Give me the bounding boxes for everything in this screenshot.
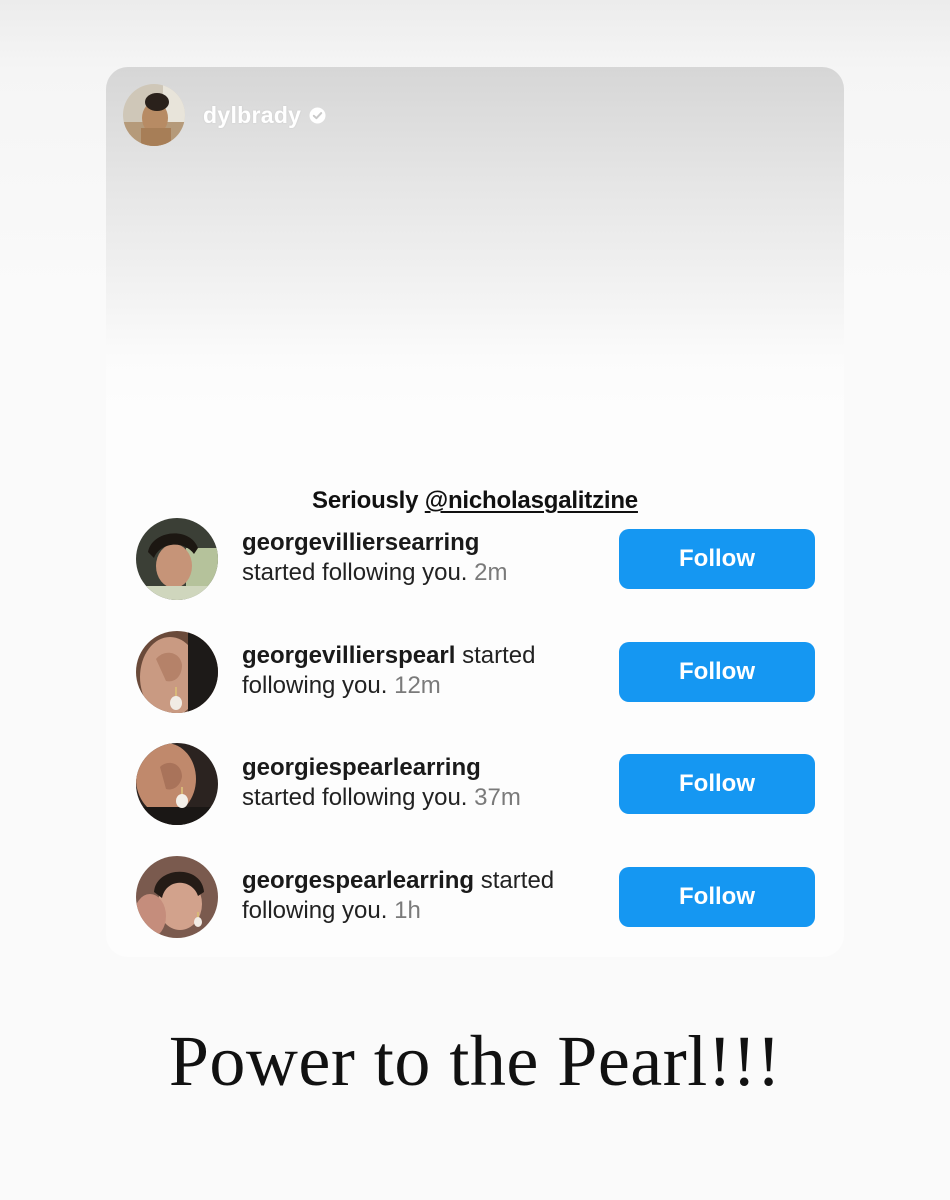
notification-text: georgevillierspearl started following yo… — [242, 641, 612, 701]
caption-text: Seriously — [312, 487, 425, 514]
story-header: dylbrady — [123, 84, 326, 146]
profile-photo — [136, 856, 218, 938]
notification-username[interactable]: georgiespearlearring — [242, 754, 481, 781]
follow-button[interactable]: Follow — [619, 867, 815, 927]
notification-time: 1h — [394, 897, 421, 924]
list-item: georgevilliersearring started following … — [136, 518, 816, 600]
list-item: georgiespearlearring started following y… — [136, 743, 816, 825]
follow-button[interactable]: Follow — [619, 754, 815, 814]
notification-text: georgevilliersearring started following … — [242, 528, 612, 588]
notification-action: started following you. — [242, 559, 468, 586]
notification-text: georgiespearlearring started following y… — [242, 753, 612, 813]
notification-username[interactable]: georgespearlearring — [242, 867, 474, 894]
profile-photo — [136, 743, 218, 825]
follow-button[interactable]: Follow — [619, 642, 815, 702]
list-item: georgespearlearring started following yo… — [136, 856, 816, 938]
verified-badge-icon — [309, 107, 326, 124]
notification-action: started following you. — [242, 784, 468, 811]
follow-button[interactable]: Follow — [619, 529, 815, 589]
avatar[interactable] — [123, 84, 185, 146]
avatar[interactable] — [136, 631, 218, 713]
caption-mention-link[interactable]: @nicholasgalitzine — [425, 487, 638, 514]
notification-time: 12m — [394, 672, 441, 699]
story-caption: Seriously @nicholasgalitzine — [106, 487, 844, 515]
overlay-text: Power to the Pearl!!! — [168, 1021, 782, 1101]
profile-photo — [136, 518, 218, 600]
story-card: dylbrady Seriously @nicholasgalitzine ge… — [106, 67, 844, 957]
profile-photo — [136, 631, 218, 713]
story-username[interactable]: dylbrady — [203, 102, 301, 129]
profile-photo — [123, 84, 185, 146]
avatar[interactable] — [136, 856, 218, 938]
notification-username[interactable]: georgevillierspearl — [242, 642, 455, 669]
notification-text: georgespearlearring started following yo… — [242, 866, 612, 926]
avatar[interactable] — [136, 743, 218, 825]
notification-time: 2m — [474, 559, 508, 586]
notification-username[interactable]: georgevilliersearring — [242, 529, 479, 556]
notification-time: 37m — [474, 784, 521, 811]
avatar[interactable] — [136, 518, 218, 600]
list-item: georgevillierspearl started following yo… — [136, 631, 816, 713]
